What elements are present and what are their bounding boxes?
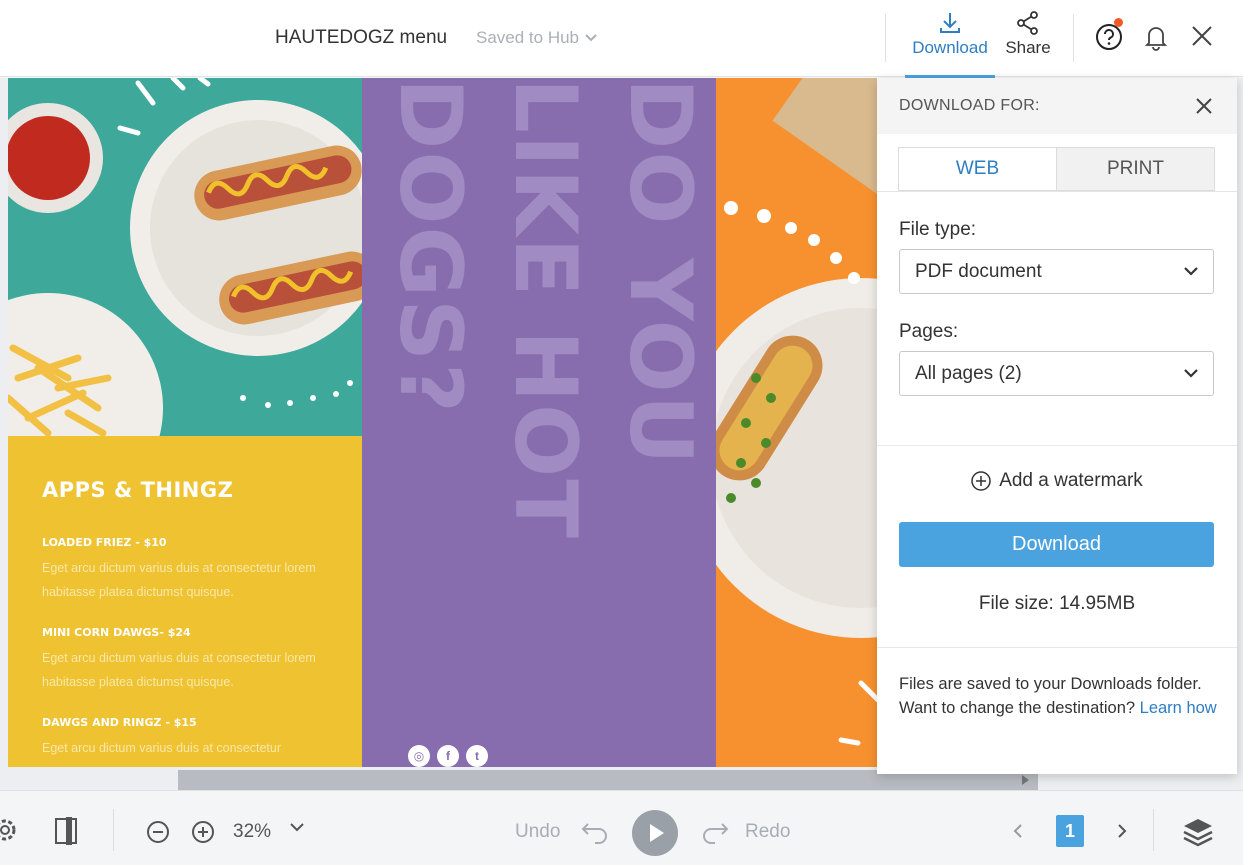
download-label: Download bbox=[912, 38, 988, 57]
instagram-icon: ◎ bbox=[408, 745, 430, 767]
download-note: Files are saved to your Downloads folder… bbox=[899, 672, 1219, 720]
chevron-left-icon[interactable] bbox=[1012, 823, 1024, 839]
menu-item-name: MINI CORN DAWGS- $24 bbox=[42, 626, 191, 639]
divider bbox=[877, 647, 1237, 648]
close-icon bbox=[1192, 26, 1212, 46]
food-illustration bbox=[8, 78, 362, 436]
download-icon bbox=[940, 13, 960, 33]
menu-item[interactable]: DAWGS AND RINGZ - $15 Eget arcu dictum v… bbox=[42, 716, 328, 760]
file-type-select[interactable]: PDF document bbox=[899, 249, 1214, 294]
divider bbox=[113, 809, 114, 851]
menu-item-description: Eget arcu dictum varius duis at consecte… bbox=[42, 561, 316, 599]
close-icon[interactable] bbox=[1193, 95, 1215, 117]
file-type-value: PDF document bbox=[915, 260, 1042, 282]
notification-dot bbox=[1114, 18, 1123, 27]
pages-label: Pages: bbox=[899, 321, 959, 342]
divider bbox=[877, 191, 1237, 192]
chevron-down-icon[interactable] bbox=[290, 823, 304, 832]
chevron-down-icon bbox=[1184, 267, 1198, 276]
divider bbox=[1073, 14, 1074, 62]
download-tabs: WEB PRINT bbox=[898, 147, 1215, 191]
watermark-label: Add a watermark bbox=[999, 470, 1143, 491]
social-icons: ◎ f t bbox=[408, 745, 488, 767]
headline-text[interactable]: DOGS? bbox=[380, 78, 480, 415]
divider bbox=[877, 445, 1237, 446]
hotdog-photo[interactable] bbox=[8, 78, 362, 436]
bottom-toolbar: 32% Undo Redo 1 bbox=[0, 790, 1243, 865]
current-page[interactable]: 1 bbox=[1056, 815, 1084, 847]
share-label: Share bbox=[1005, 38, 1051, 57]
zoom-in-icon[interactable] bbox=[191, 820, 215, 844]
help-button[interactable] bbox=[1094, 18, 1124, 52]
scroll-right-arrow[interactable] bbox=[1022, 775, 1029, 785]
undo-icon[interactable] bbox=[580, 820, 610, 844]
menu-item-name: LOADED FRIEZ - $10 bbox=[42, 536, 167, 549]
gear-icon[interactable] bbox=[0, 817, 18, 843]
menu-section[interactable]: APPS & THINGZ LOADED FRIEZ - $10 Eget ar… bbox=[8, 436, 362, 767]
save-status-label: Saved to Hub bbox=[476, 28, 580, 47]
left-panel[interactable]: APPS & THINGZ LOADED FRIEZ - $10 Eget ar… bbox=[8, 78, 362, 767]
headline-text[interactable]: DO YOU bbox=[610, 78, 710, 467]
zoom-out-icon[interactable] bbox=[146, 820, 170, 844]
headline-text[interactable]: LIKE HOT bbox=[495, 78, 595, 540]
notifications-button[interactable] bbox=[1142, 22, 1172, 52]
share-button[interactable]: Share bbox=[1000, 10, 1056, 58]
menu-title[interactable]: APPS & THINGZ bbox=[42, 478, 328, 502]
page-layout-icon[interactable] bbox=[54, 815, 80, 847]
plus-circle-icon bbox=[971, 471, 991, 491]
zoom-level[interactable]: 32% bbox=[233, 821, 271, 843]
save-status-dropdown[interactable]: Saved to Hub bbox=[476, 28, 597, 48]
menu-item[interactable]: LOADED FRIEZ - $10 Eget arcu dictum vari… bbox=[42, 536, 328, 604]
chevron-down-icon bbox=[1184, 369, 1198, 378]
layers-icon[interactable] bbox=[1182, 815, 1214, 847]
share-icon bbox=[1017, 11, 1038, 35]
redo-label[interactable]: Redo bbox=[745, 821, 790, 843]
learn-how-link[interactable]: Learn how bbox=[1140, 699, 1217, 717]
middle-panel[interactable]: DO YOU LIKE HOT DOGS? ◎ f t bbox=[362, 78, 716, 767]
add-watermark-button[interactable]: Add a watermark bbox=[877, 470, 1237, 492]
pages-value: All pages (2) bbox=[915, 362, 1022, 384]
bell-icon bbox=[1144, 27, 1168, 51]
download-button-top[interactable]: Download bbox=[905, 10, 995, 78]
play-icon bbox=[650, 824, 664, 842]
chevron-right-icon[interactable] bbox=[1116, 823, 1128, 839]
download-panel-header: DOWNLOAD FOR: bbox=[877, 78, 1237, 134]
divider bbox=[885, 14, 886, 62]
menu-item-name: DAWGS AND RINGZ - $15 bbox=[42, 716, 197, 729]
divider bbox=[1153, 809, 1154, 851]
file-type-label: File type: bbox=[899, 219, 977, 240]
download-panel-title: DOWNLOAD FOR: bbox=[899, 97, 1040, 114]
file-size: File size: 14.95MB bbox=[978, 593, 1136, 614]
pages-select[interactable]: All pages (2) bbox=[899, 351, 1214, 396]
close-editor-button[interactable] bbox=[1188, 22, 1218, 52]
twitter-icon: t bbox=[466, 745, 488, 767]
tab-web[interactable]: WEB bbox=[899, 148, 1056, 190]
top-bar: HAUTEDOGZ menu Saved to Hub Download Sha… bbox=[0, 0, 1243, 78]
play-button[interactable] bbox=[632, 810, 678, 856]
download-button[interactable]: Download bbox=[899, 522, 1214, 567]
download-panel: DOWNLOAD FOR: WEB PRINT File type: PDF d… bbox=[877, 78, 1237, 774]
facebook-icon: f bbox=[437, 745, 459, 767]
menu-item-description: Eget arcu dictum varius duis at consecte… bbox=[42, 651, 316, 689]
document-title[interactable]: HAUTEDOGZ menu bbox=[275, 27, 447, 49]
redo-icon[interactable] bbox=[700, 820, 730, 844]
undo-label[interactable]: Undo bbox=[515, 821, 560, 843]
menu-item[interactable]: MINI CORN DAWGS- $24 Eget arcu dictum va… bbox=[42, 626, 328, 694]
menu-item-description: Eget arcu dictum varius duis at consecte… bbox=[42, 741, 282, 755]
chevron-down-icon bbox=[585, 34, 597, 42]
tab-print[interactable]: PRINT bbox=[1056, 148, 1214, 190]
